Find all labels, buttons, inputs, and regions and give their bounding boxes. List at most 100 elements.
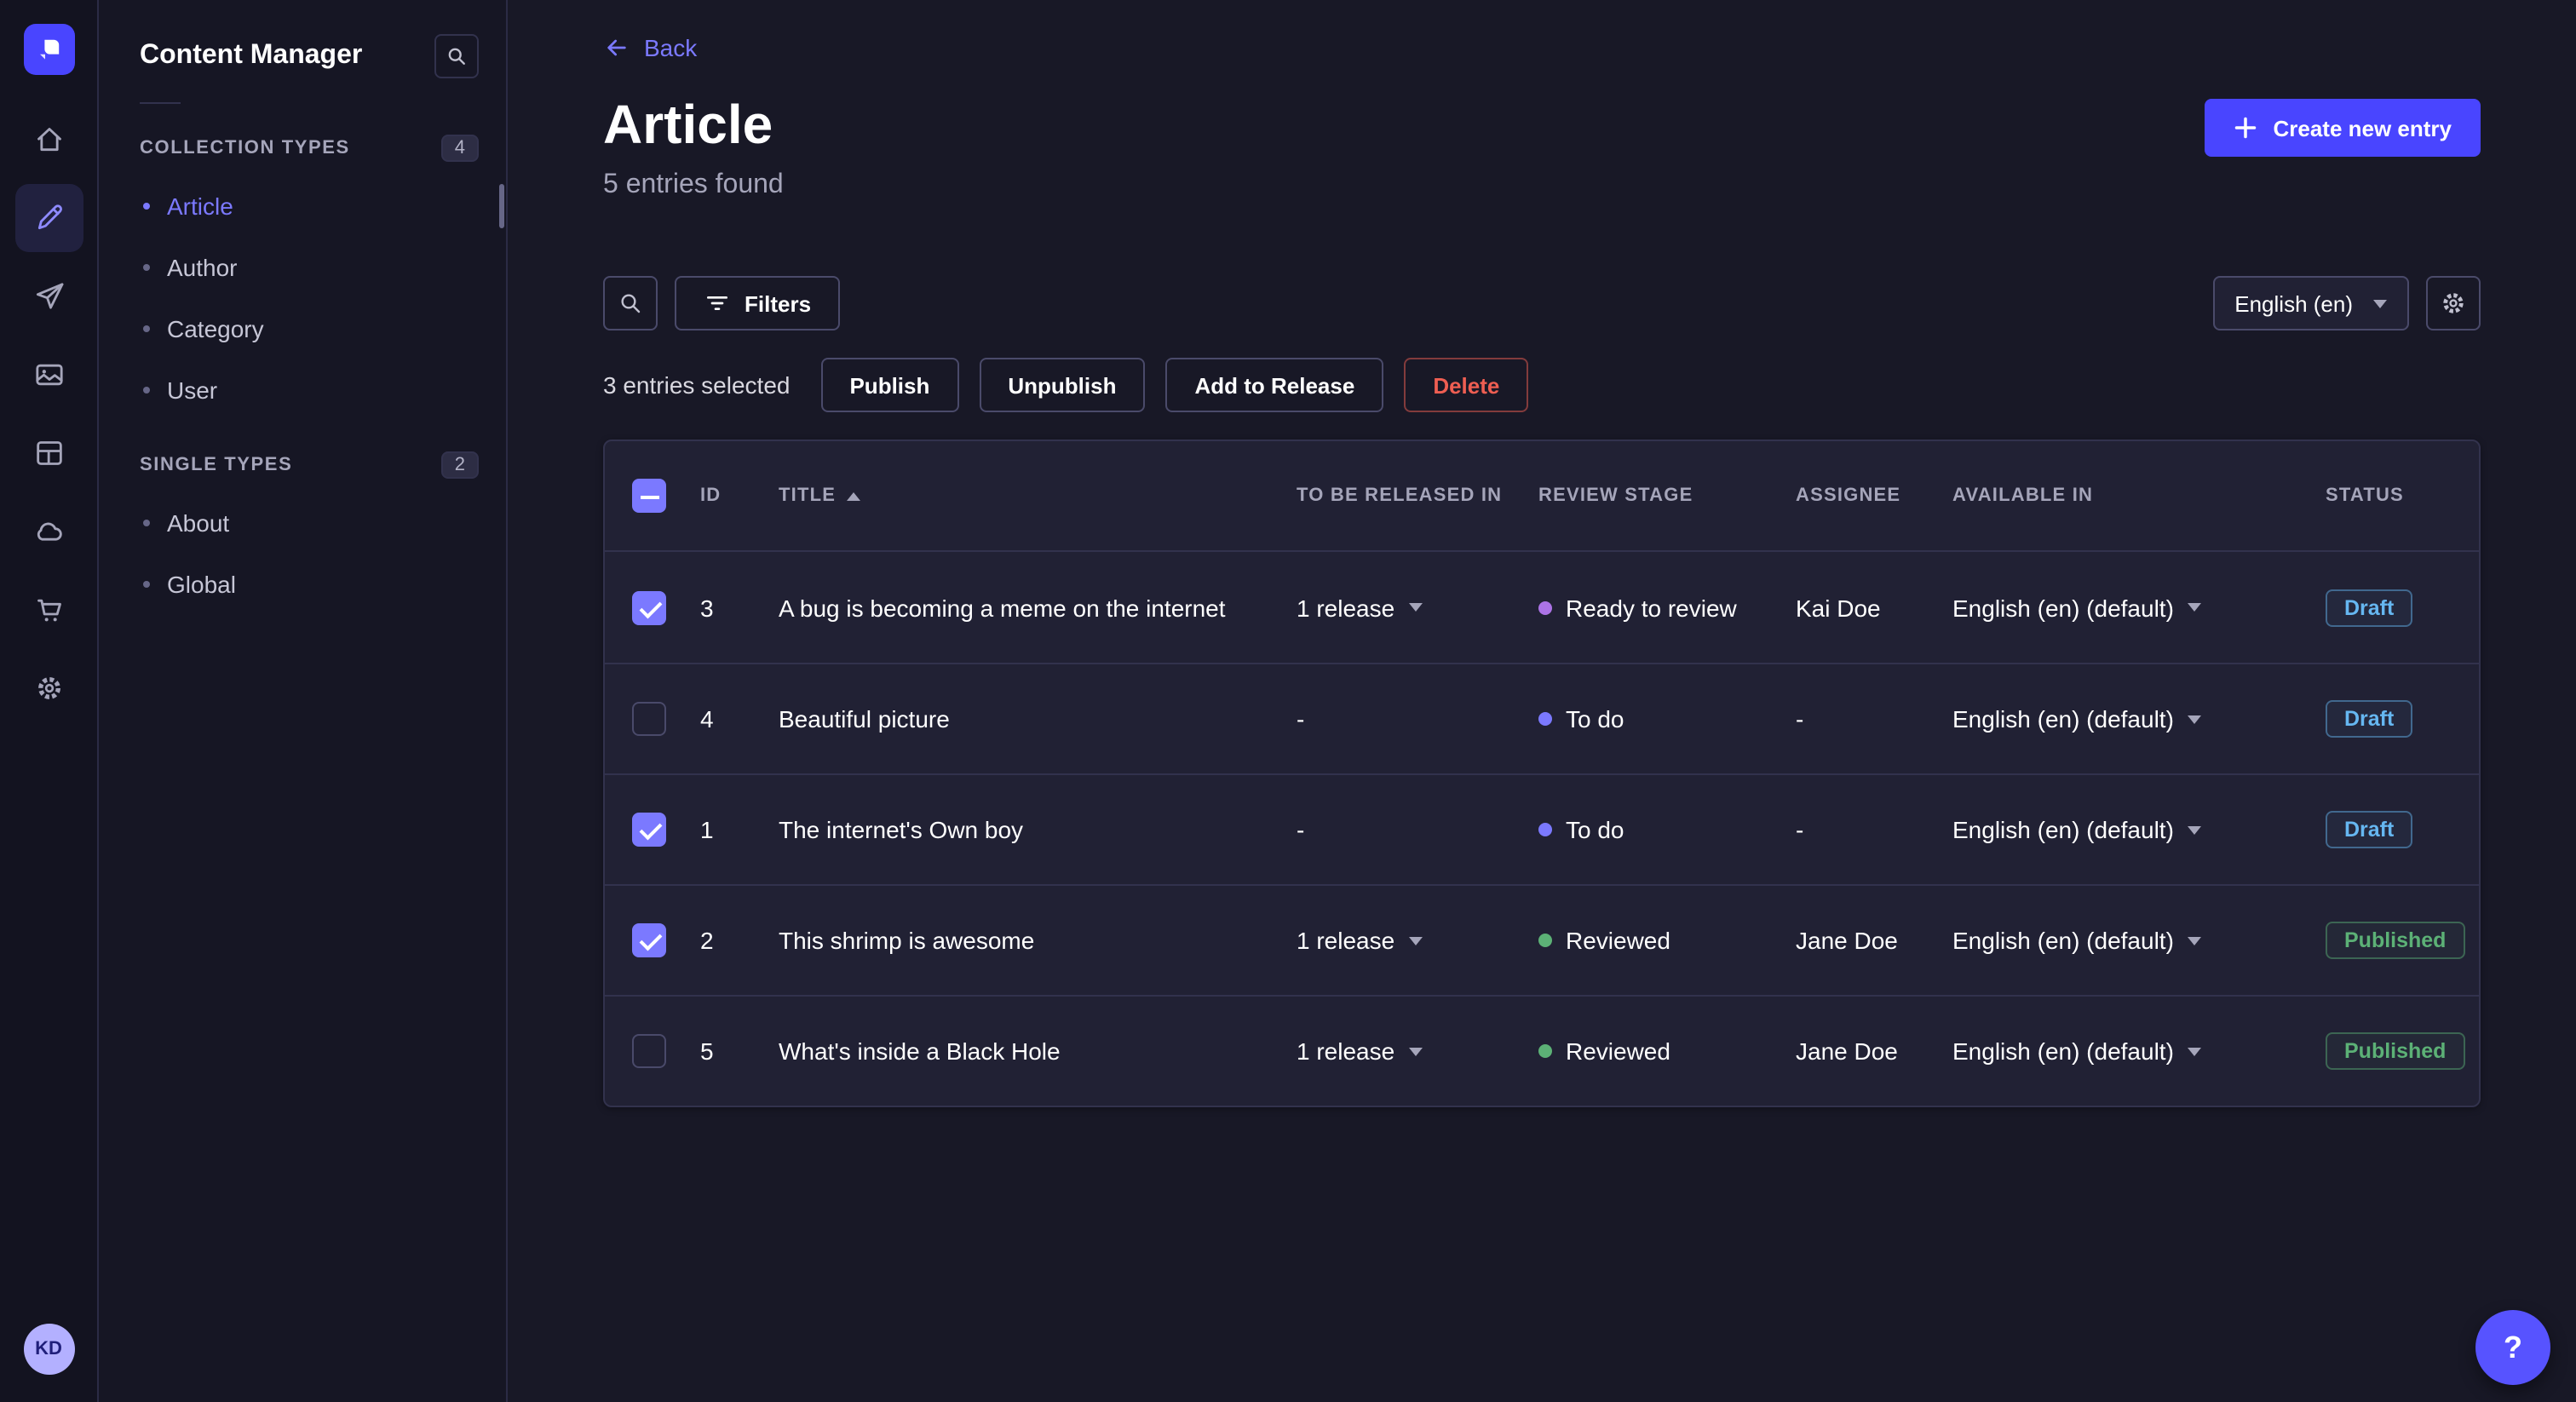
stage-dot-icon — [1538, 600, 1552, 614]
sidebar-item-user[interactable]: User — [126, 359, 492, 421]
add-to-release-button[interactable]: Add to Release — [1165, 358, 1384, 412]
chevron-down-icon — [2187, 603, 2201, 612]
arrow-left-icon — [607, 39, 626, 56]
back-link[interactable]: Back — [603, 34, 697, 61]
sidebar-search-button[interactable] — [434, 34, 479, 78]
sidebar-item-category[interactable]: Category — [126, 298, 492, 359]
cell-title: The internet's Own boy — [779, 816, 1024, 843]
nav-content-type-builder[interactable] — [14, 419, 83, 487]
sidebar-item-label: Article — [167, 192, 233, 220]
sidebar-item-article[interactable]: Article — [126, 175, 504, 237]
nav-media-library[interactable] — [14, 341, 83, 409]
cell-available-in[interactable]: English (en) (default) — [1952, 705, 2326, 733]
releases-icon — [35, 283, 63, 309]
cell-assignee: Kai Doe — [1796, 594, 1881, 621]
locale-select-value: English (en) — [2234, 290, 2353, 316]
stage-dot-icon — [1538, 712, 1552, 726]
column-status[interactable]: STATUS — [2326, 486, 2452, 506]
cart-icon — [37, 599, 60, 622]
nav-content-manager[interactable] — [14, 184, 83, 252]
status-badge: Published — [2326, 922, 2465, 959]
strapi-logo[interactable] — [23, 24, 74, 75]
section-count-badge: 2 — [440, 451, 479, 479]
row-checkbox[interactable] — [632, 813, 666, 847]
column-review-stage[interactable]: REVIEW STAGE — [1538, 486, 1796, 506]
create-entry-button[interactable]: Create new entry — [2205, 99, 2481, 157]
page-title: Article — [603, 94, 773, 155]
entries-table: ID TITLE TO BE RELEASED IN REVIEW STAGE … — [603, 440, 2481, 1107]
search-button[interactable] — [603, 276, 658, 330]
row-checkbox[interactable] — [632, 590, 666, 624]
media-library-icon — [35, 364, 62, 386]
sidebar-item-label: User — [167, 376, 218, 404]
cell-to-be-released-in[interactable]: 1 release — [1297, 594, 1538, 621]
cell-to-be-released-in[interactable]: - — [1297, 705, 1538, 733]
cloud-icon — [36, 522, 61, 541]
column-title[interactable]: TITLE — [779, 486, 1297, 506]
row-checkbox[interactable] — [632, 1034, 666, 1068]
table-row[interactable]: 5 What's inside a Black Hole 1 release R… — [605, 995, 2479, 1106]
rail-items — [14, 106, 83, 722]
status-badge: Draft — [2326, 700, 2413, 738]
locale-select[interactable]: English (en) — [2212, 276, 2409, 330]
help-button[interactable]: ? — [2475, 1310, 2550, 1385]
sidebar-item-label: Global — [167, 571, 236, 598]
column-assignee[interactable]: ASSIGNEE — [1796, 486, 1952, 506]
divider — [140, 102, 181, 104]
cell-status: Draft — [2326, 700, 2452, 738]
view-settings-button[interactable] — [2426, 276, 2481, 330]
search-icon — [448, 48, 465, 65]
filter-icon — [707, 296, 727, 310]
sidebar-item-about[interactable]: About — [126, 492, 492, 554]
table-row[interactable]: 3 A bug is becoming a meme on the intern… — [605, 552, 2479, 663]
main-content: Back Article 5 entries found Create new … — [508, 0, 2576, 1402]
publish-button[interactable]: Publish — [820, 358, 959, 412]
cell-available-in[interactable]: English (en) (default) — [1952, 1037, 2326, 1065]
cell-review-stage: To do — [1538, 705, 1796, 733]
cell-title: This shrimp is awesome — [779, 927, 1035, 954]
cell-to-be-released-in[interactable]: 1 release — [1297, 1037, 1538, 1065]
gear-icon — [2443, 293, 2464, 313]
select-all-checkbox[interactable] — [632, 479, 666, 513]
sidebar-item-author[interactable]: Author — [126, 237, 492, 298]
plus-icon — [2235, 117, 2257, 139]
column-to-be-released-in[interactable]: TO BE RELEASED IN — [1297, 486, 1538, 506]
row-checkbox[interactable] — [632, 702, 666, 736]
nav-releases[interactable] — [14, 262, 83, 330]
cell-to-be-released-in[interactable]: 1 release — [1297, 927, 1538, 954]
cell-available-in[interactable]: English (en) (default) — [1952, 927, 2326, 954]
nav-home[interactable] — [14, 106, 83, 174]
delete-button[interactable]: Delete — [1404, 358, 1529, 412]
cell-to-be-released-in[interactable]: - — [1297, 816, 1538, 843]
column-id[interactable]: ID — [700, 486, 779, 506]
sidebar-item-global[interactable]: Global — [126, 554, 492, 615]
nav-deploy[interactable] — [14, 497, 83, 566]
nav-marketplace[interactable] — [14, 576, 83, 644]
row-checkbox[interactable] — [632, 923, 666, 957]
main-nav-rail: KD — [0, 0, 99, 1402]
cell-title: Beautiful picture — [779, 705, 950, 733]
chevron-down-icon — [1408, 1047, 1423, 1055]
nav-settings[interactable] — [14, 654, 83, 722]
cell-available-in[interactable]: English (en) (default) — [1952, 816, 2326, 843]
unpublish-button[interactable]: Unpublish — [979, 358, 1146, 412]
cell-available-in[interactable]: English (en) (default) — [1952, 594, 2326, 621]
filters-button[interactable]: Filters — [675, 276, 841, 330]
table-row[interactable]: 4 Beautiful picture - To do - English (e… — [605, 663, 2479, 773]
cell-review-stage: Reviewed — [1538, 927, 1796, 954]
sidebar-title: Content Manager — [140, 41, 363, 70]
cell-status: Published — [2326, 922, 2465, 959]
status-badge: Draft — [2326, 589, 2413, 626]
chevron-down-icon — [2187, 825, 2201, 834]
table-row[interactable]: 1 The internet's Own boy - To do - Engli… — [605, 773, 2479, 884]
cell-review-stage: Ready to review — [1538, 594, 1796, 621]
app-window: KD Content Manager COLLECTION TYPES 4 Ar… — [0, 0, 2576, 1402]
sidebar-item-label: Category — [167, 315, 264, 342]
column-available-in[interactable]: AVAILABLE IN — [1952, 486, 2326, 506]
cell-review-stage: To do — [1538, 816, 1796, 843]
table-row[interactable]: 2 This shrimp is awesome 1 release Revie… — [605, 884, 2479, 995]
section-items: Article Author Category User — [99, 175, 506, 421]
user-avatar[interactable]: KD — [23, 1324, 74, 1375]
bullet-icon — [143, 520, 150, 526]
content-manager-sidebar: Content Manager COLLECTION TYPES 4 Artic… — [99, 0, 508, 1402]
